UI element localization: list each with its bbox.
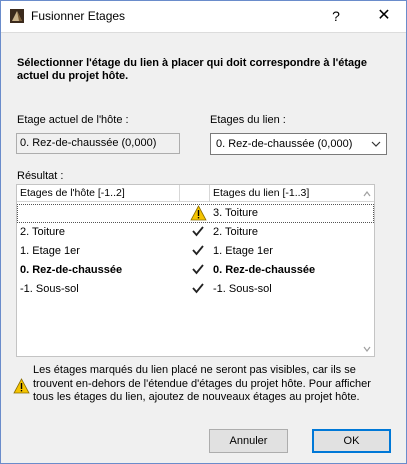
link-story-selected-value: 0. Rez-de-chaussée (0,000) xyxy=(216,138,353,150)
check-icon xyxy=(184,281,212,298)
dialog-content: Sélectionner l'étage du lien à placer qu… xyxy=(1,32,406,416)
title-bar: Fusionner Etages ? ✕ xyxy=(1,1,406,32)
ok-button[interactable]: OK xyxy=(312,429,391,453)
header-host-stories: Etages de l'hôte [-1..2] xyxy=(20,187,125,199)
dialog-footer: Annuler OK xyxy=(1,416,406,463)
header-divider xyxy=(209,185,210,202)
scroll-up-icon[interactable] xyxy=(362,189,372,199)
link-story-select[interactable]: 0. Rez-de-chaussée (0,000) xyxy=(210,133,387,155)
scroll-down-icon[interactable] xyxy=(362,344,372,354)
host-story-label: Etage actuel de l'hôte : xyxy=(17,114,129,126)
check-icon xyxy=(184,262,212,279)
table-row[interactable]: 3. Toiture xyxy=(17,204,374,223)
row-host-story: 2. Toiture xyxy=(20,226,66,238)
row-link-story: 0. Rez-de-chaussée xyxy=(213,264,316,276)
dialog-window: Fusionner Etages ? ✕ Sélectionner l'étag… xyxy=(0,0,407,464)
chevron-down-icon xyxy=(370,135,382,153)
table-row[interactable]: 1. Etage 1er 1. Etage 1er xyxy=(17,242,374,261)
check-icon xyxy=(184,224,212,241)
host-story-field: 0. Rez-de-chaussée (0,000) xyxy=(16,133,180,154)
warning-icon xyxy=(13,378,30,394)
header-divider xyxy=(179,185,180,202)
check-icon xyxy=(184,243,212,260)
row-link-story: 3. Toiture xyxy=(213,207,259,219)
link-story-label: Etages du lien : xyxy=(210,114,286,126)
table-row[interactable]: -1. Sous-sol -1. Sous-sol xyxy=(17,280,374,299)
row-host-story: -1. Sous-sol xyxy=(20,283,79,295)
row-link-story: 1. Etage 1er xyxy=(213,245,273,257)
warning-icon xyxy=(184,205,212,222)
app-icon xyxy=(10,9,24,23)
row-host-story: 1. Etage 1er xyxy=(20,245,80,257)
row-host-story: 0. Rez-de-chaussée xyxy=(20,264,123,276)
window-title: Fusionner Etages xyxy=(31,9,126,23)
header-link-stories: Etages du lien [-1..3] xyxy=(213,187,310,199)
row-link-story: -1. Sous-sol xyxy=(213,283,272,295)
warning-note: Les étages marqués du lien placé ne sero… xyxy=(13,364,398,414)
warning-text: Les étages marqués du lien placé ne sero… xyxy=(33,364,371,404)
result-label: Résultat : xyxy=(17,170,64,182)
table-header: Etages de l'hôte [-1..2] Etages du lien … xyxy=(17,185,374,202)
row-link-story: 2. Toiture xyxy=(213,226,259,238)
cancel-button[interactable]: Annuler xyxy=(209,429,288,453)
table-row[interactable]: 2. Toiture 2. Toiture xyxy=(17,223,374,242)
table-row[interactable]: 0. Rez-de-chaussée 0. Rez-de-chaussée xyxy=(17,261,374,280)
result-table[interactable]: Etages de l'hôte [-1..2] Etages du lien … xyxy=(16,184,375,357)
help-button[interactable]: ? xyxy=(321,5,351,27)
instruction-text: Sélectionner l'étage du lien à placer qu… xyxy=(17,57,367,82)
close-button[interactable]: ✕ xyxy=(369,5,399,27)
